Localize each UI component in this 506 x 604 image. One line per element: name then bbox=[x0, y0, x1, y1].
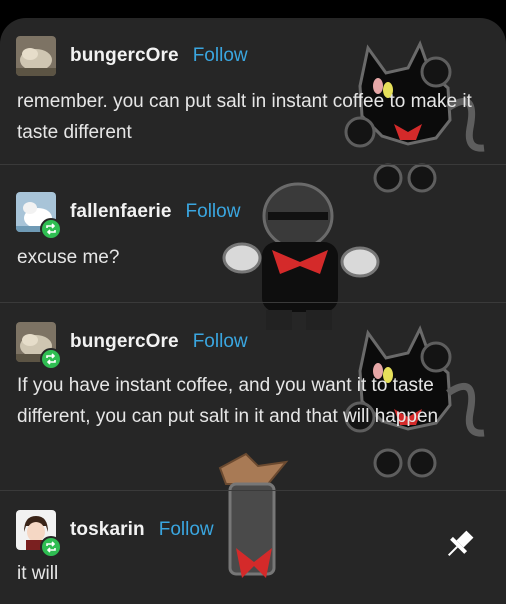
follow-button[interactable]: Follow bbox=[186, 201, 241, 223]
post-card: bungercOre Follow remember. you can put … bbox=[0, 18, 506, 604]
reblog-icon bbox=[40, 348, 62, 370]
cat-avatar-icon bbox=[16, 36, 56, 76]
username[interactable]: fallenfaerie bbox=[70, 201, 172, 223]
divider bbox=[0, 490, 506, 491]
post-header: fallenfaerie Follow bbox=[16, 190, 241, 240]
avatar[interactable] bbox=[16, 510, 62, 558]
post-header: bungercOre Follow bbox=[16, 34, 248, 78]
follow-button[interactable]: Follow bbox=[159, 519, 214, 541]
post-text: If you have instant coffee, and you want… bbox=[17, 375, 439, 427]
post-text: remember. you can put salt in instant co… bbox=[17, 91, 472, 143]
follow-button[interactable]: Follow bbox=[193, 331, 248, 353]
avatar[interactable] bbox=[16, 36, 56, 76]
post-header: bungercOre Follow bbox=[16, 320, 248, 370]
username[interactable]: bungercOre bbox=[70, 331, 179, 353]
follow-button[interactable]: Follow bbox=[193, 45, 248, 67]
username[interactable]: bungercOre bbox=[70, 45, 179, 67]
reblog-icon bbox=[40, 218, 62, 240]
avatar[interactable] bbox=[16, 322, 62, 370]
pin-icon[interactable] bbox=[440, 524, 480, 564]
divider bbox=[0, 302, 506, 303]
avatar[interactable] bbox=[16, 192, 62, 240]
username[interactable]: toskarin bbox=[70, 519, 145, 541]
post-text: excuse me? bbox=[17, 247, 120, 268]
post-header: toskarin Follow bbox=[16, 508, 214, 558]
post-text: it will bbox=[17, 563, 59, 584]
divider bbox=[0, 164, 506, 165]
reblog-icon bbox=[40, 536, 62, 558]
